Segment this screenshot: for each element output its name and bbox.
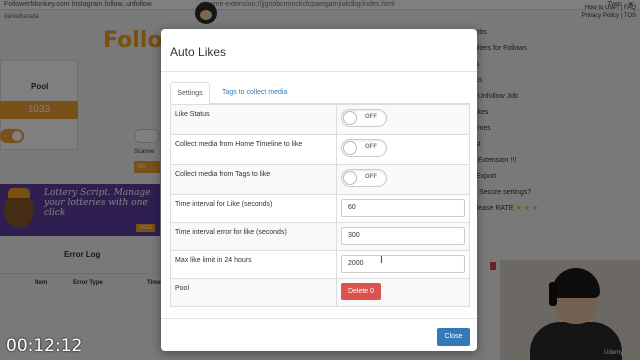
table-row: Collect media from Home Timeline to like… — [170, 134, 470, 165]
table-row: Collect media from Tags to like OFF — [170, 164, 470, 195]
switch-knob — [343, 171, 357, 185]
row-label: Max like limit in 24 hours — [170, 250, 337, 279]
switch-state: OFF — [365, 174, 377, 180]
delete-pool-button[interactable]: Delete 0 — [341, 283, 381, 300]
table-row: Like Status OFF — [170, 104, 470, 135]
interval-error-input[interactable]: 300 — [341, 227, 465, 245]
like-status-switch[interactable]: OFF — [341, 109, 387, 127]
table-row: Pool Delete 0 — [170, 278, 470, 307]
modal-header-divider — [161, 71, 477, 72]
table-row: Time interval error for like (seconds) 3… — [170, 222, 470, 251]
row-label: Pool — [170, 278, 337, 307]
row-label: Collect media from Home Timeline to like — [170, 134, 337, 165]
table-row: Max like limit in 24 hours 2000 — [170, 250, 470, 279]
tab-tags-to-collect-media[interactable]: Tags to collect media — [222, 82, 287, 104]
switch-knob — [343, 111, 357, 125]
video-timestamp: 00:12:12 — [6, 336, 83, 356]
row-label: Like Status — [170, 104, 337, 135]
tab-settings[interactable]: Settings — [170, 82, 210, 105]
switch-state: OFF — [365, 144, 377, 150]
auto-likes-modal: Auto Likes Settings Tags to collect medi… — [161, 29, 477, 351]
home-timeline-switch[interactable]: OFF — [341, 139, 387, 157]
switch-state: OFF — [365, 114, 377, 120]
table-row: Time interval for Like (seconds) 60 — [170, 194, 470, 223]
settings-table: Like Status OFF Collect media from Home … — [170, 104, 470, 307]
modal-title: Auto Likes — [170, 45, 227, 59]
switch-knob — [343, 141, 357, 155]
tags-switch[interactable]: OFF — [341, 169, 387, 187]
text-cursor-icon: I — [380, 255, 383, 266]
row-label: Time interval error for like (seconds) — [170, 222, 337, 251]
max-like-limit-input[interactable]: 2000 — [341, 255, 465, 273]
modal-footer-divider — [161, 318, 477, 319]
row-label: Time interval for Like (seconds) — [170, 194, 337, 223]
row-label: Collect media from Tags to like — [170, 164, 337, 195]
close-button[interactable]: Close — [437, 328, 470, 346]
like-interval-input[interactable]: 60 — [341, 199, 465, 217]
modal-tabs: Settings Tags to collect media — [170, 82, 470, 105]
